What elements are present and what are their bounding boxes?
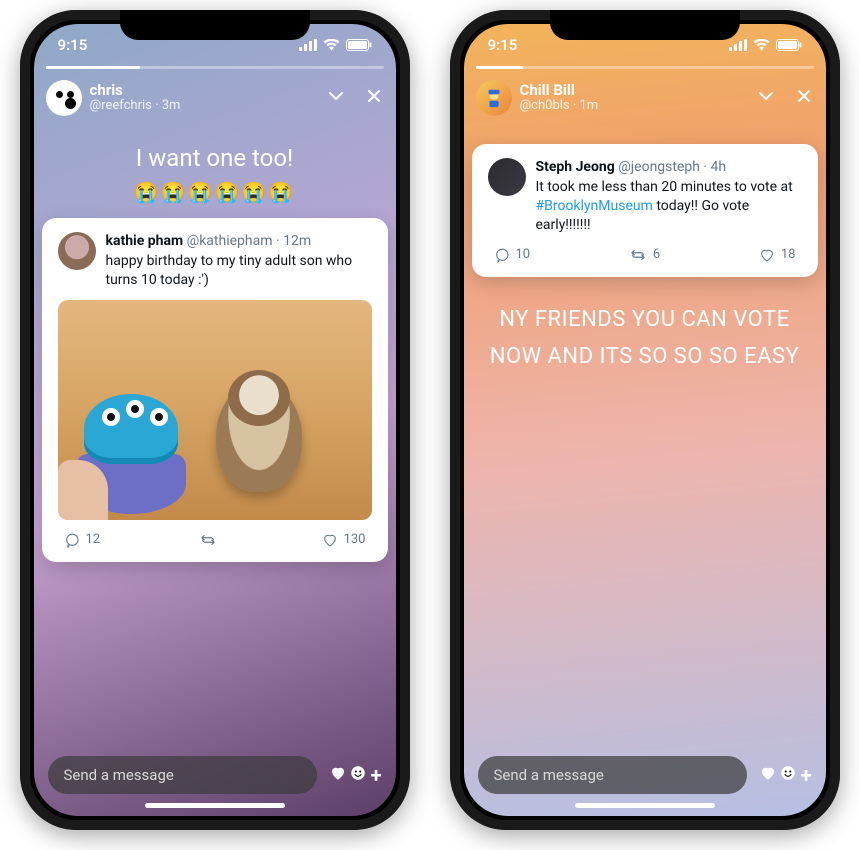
tweet-avatar[interactable] (488, 158, 526, 196)
cellular-icon (299, 39, 317, 51)
phone-right: 9:15 Chill Bill @ch0bls · 1m (450, 10, 840, 830)
story-progress-fill (46, 66, 141, 69)
chevron-down-icon[interactable] (326, 86, 346, 110)
author-avatar[interactable] (46, 80, 82, 116)
story-footer: Send a message + (478, 756, 812, 794)
status-indicators (729, 39, 802, 51)
story-content: I want one too! 😭😭😭😭😭😭 kathie pham @kath… (34, 24, 396, 816)
embedded-tweet[interactable]: kathie pham @kathiepham · 12m happy birt… (42, 218, 388, 562)
smile-icon (779, 763, 797, 787)
device-notch (120, 10, 310, 40)
author-handle-time: @reefchris · 3m (90, 99, 326, 114)
home-indicator[interactable] (575, 803, 715, 808)
author-meta[interactable]: Chill Bill @ch0bls · 1m (520, 82, 756, 114)
battery-icon (346, 39, 372, 51)
story-screen: 9:15 chris @reefchris · 3m (34, 24, 396, 816)
status-indicators (299, 39, 372, 51)
tweet-image-dog (216, 382, 302, 492)
device-notch (550, 10, 740, 40)
reply-count: 12 (86, 532, 101, 547)
wifi-icon (323, 39, 340, 51)
like-count: 18 (781, 247, 796, 262)
phone-left: 9:15 chris @reefchris · 3m (20, 10, 410, 830)
tweet-image-hand (58, 460, 108, 520)
status-time: 9:15 (58, 36, 88, 54)
story-screen: 9:15 Chill Bill @ch0bls · 1m (464, 24, 826, 816)
embedded-tweet[interactable]: Steph Jeong @jeongsteph · 4h It took me … (472, 144, 818, 277)
tweet-author-name: Steph Jeong (536, 159, 615, 175)
tweet-reply-button[interactable]: 12 (64, 532, 101, 548)
author-handle-time: @ch0bls · 1m (520, 99, 756, 114)
status-time: 9:15 (488, 36, 518, 54)
story-footer: Send a message + (48, 756, 382, 794)
smile-icon (349, 763, 367, 787)
message-placeholder: Send a message (494, 766, 604, 784)
like-count: 130 (344, 532, 366, 547)
caption-text: I want one too! (134, 144, 295, 172)
tweet-author-handle-time: @kathiepham · 12m (187, 233, 311, 249)
author-avatar[interactable] (476, 80, 512, 116)
wifi-icon (753, 39, 770, 51)
tweet-avatar[interactable] (58, 232, 96, 270)
story-header: chris @reefchris · 3m (46, 80, 384, 116)
story-header: Chill Bill @ch0bls · 1m (476, 80, 814, 116)
tweet-image[interactable] (58, 300, 372, 520)
story-progress[interactable] (46, 66, 384, 69)
tweet-retweet-button[interactable] (199, 532, 223, 548)
message-input[interactable]: Send a message (478, 756, 747, 794)
retweet-count: 6 (653, 247, 660, 262)
close-icon[interactable] (364, 86, 384, 110)
reactions-button[interactable]: + (329, 763, 382, 787)
home-indicator[interactable] (145, 803, 285, 808)
tweet-author-name: kathie pham (106, 233, 184, 249)
tweet-body: happy birthday to my tiny adult son who … (106, 252, 372, 290)
tweet-like-button[interactable]: 18 (759, 247, 796, 263)
close-icon[interactable] (794, 86, 814, 110)
tweet-actions: 10 6 18 (488, 247, 802, 267)
tweet-hashtag-link[interactable]: #BrooklynMuseum (536, 198, 653, 214)
message-input[interactable]: Send a message (48, 756, 317, 794)
story-caption: NY FRIENDS YOU CAN VOTE NOW AND ITS SO S… (488, 301, 802, 376)
story-caption: I want one too! 😭😭😭😭😭😭 (134, 144, 295, 204)
story-progress[interactable] (476, 66, 814, 69)
heart-icon (759, 763, 777, 787)
tweet-actions: 12 130 (58, 532, 372, 552)
heart-icon (329, 763, 347, 787)
chevron-down-icon[interactable] (756, 86, 776, 110)
tweet-author-handle-time: @jeongsteph · 4h (618, 159, 726, 175)
tweet-reply-button[interactable]: 10 (494, 247, 531, 263)
tweet-like-button[interactable]: 130 (322, 532, 366, 548)
story-progress-fill (476, 66, 523, 69)
caption-emoji-row: 😭😭😭😭😭😭 (134, 180, 295, 204)
battery-icon (776, 39, 802, 51)
tweet-body: It took me less than 20 minutes to vote … (536, 178, 802, 235)
cellular-icon (729, 39, 747, 51)
author-display-name: Chill Bill (520, 82, 756, 99)
reply-count: 10 (516, 247, 531, 262)
message-placeholder: Send a message (64, 766, 174, 784)
plus-icon: + (801, 763, 812, 787)
plus-icon: + (371, 763, 382, 787)
reactions-button[interactable]: + (759, 763, 812, 787)
tweet-retweet-button[interactable]: 6 (629, 247, 660, 263)
story-content: Steph Jeong @jeongsteph · 4h It took me … (464, 24, 826, 816)
author-display-name: chris (90, 82, 326, 99)
author-meta[interactable]: chris @reefchris · 3m (90, 82, 326, 114)
